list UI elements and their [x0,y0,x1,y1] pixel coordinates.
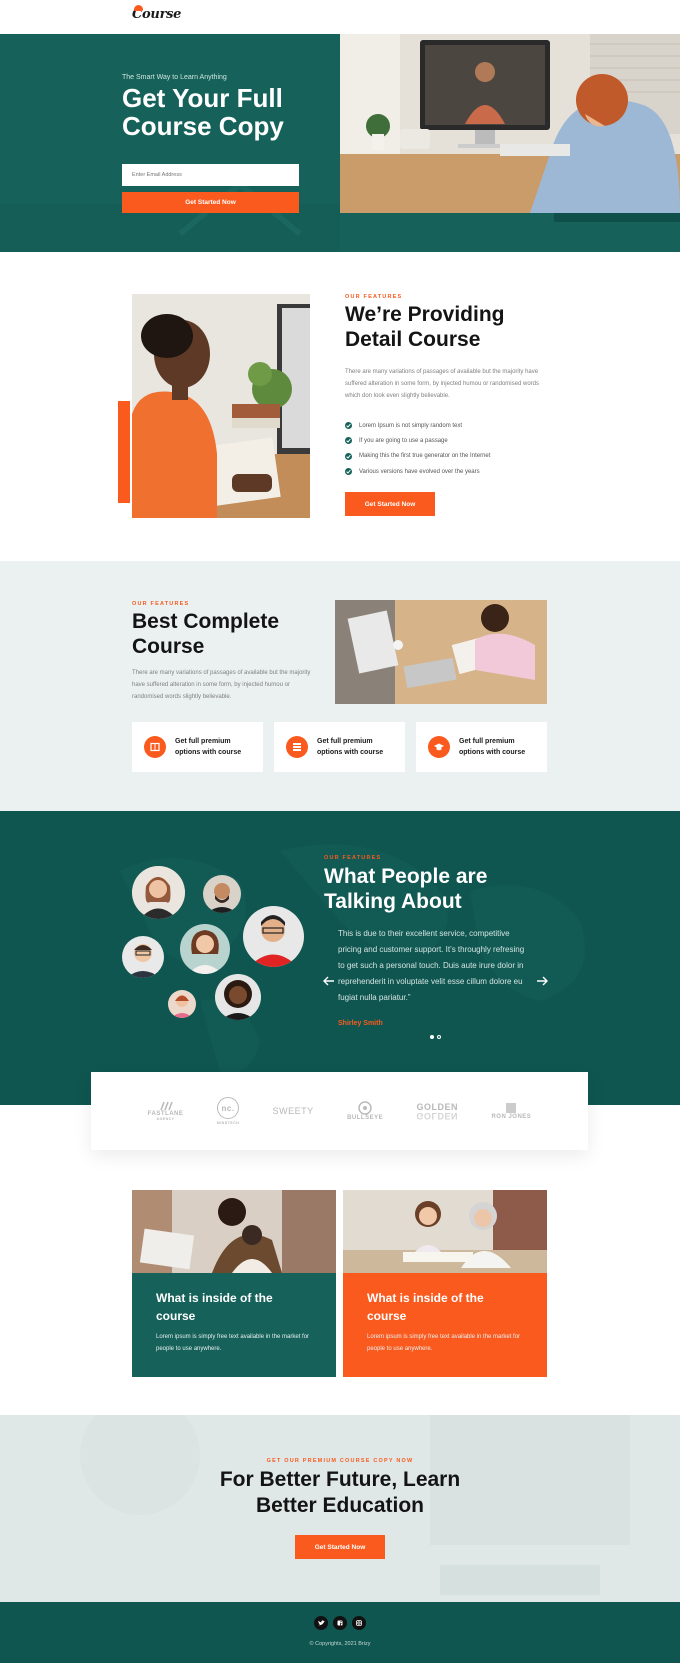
list-item: Making this the first true generator on … [345,449,490,464]
feature-card[interactable]: Get full premium options with course [416,722,547,772]
testimonials-title: What People are Talking About [324,865,488,913]
carousel-dot[interactable] [437,1035,441,1039]
features-title: We’re Providing Detail Course [345,303,505,351]
features-description: There are many variations of passages of… [345,369,539,399]
student-writing-image [132,294,310,518]
grid-icon [286,736,308,758]
girl-at-desk-image [335,600,547,704]
course-card[interactable]: What is inside of the course Lorem ipsum… [343,1190,547,1377]
avatar [180,924,230,974]
testimonials-eyebrow: OUR FEATURES [324,855,382,861]
avatar [243,906,304,967]
student-video-call-illustration [340,34,680,213]
partner-logo: BULLSEYE [347,1101,383,1121]
feature-card[interactable]: Get full premium options with course [132,722,263,772]
partner-logo: GOLDEN GOLDEN [416,1102,459,1121]
features-eyebrow: OUR FEATURES [345,294,403,300]
course-card-text: Lorem ipsum is simply free text availabl… [367,1334,521,1352]
student-writing-illustration [132,294,310,518]
feature-card-label: Get full premium options with course [317,738,384,756]
graduation-cap-icon [428,736,450,758]
site-footer [0,1602,680,1663]
arrow-right-icon[interactable] [536,975,548,989]
list-item: Lorem Ipsum is not simply random text [345,418,490,433]
avatar [122,936,164,978]
check-icon [345,437,352,445]
list-item: Various versions have evolved over the y… [345,464,490,479]
partner-sub: GOLDEN [416,1111,459,1121]
partner-logo: SWEETY [273,1106,314,1116]
twitter-icon[interactable] [314,1616,328,1630]
avatar [203,875,241,913]
hero-get-started-button[interactable]: Get Started Now [122,192,299,213]
copyright-text: © Copyrights, 2021 Brizy [309,1641,371,1647]
carousel-dots [430,1035,441,1039]
email-input[interactable] [122,164,299,186]
avatar [132,866,185,919]
partner-logos-bar: FASTLANE AGENCY nc. MINDTECH SWEETY BULL… [91,1072,588,1150]
checklist-text: If you are going to use a passage [359,437,448,444]
course-card-text: Lorem ipsum is simply free text availabl… [156,1334,310,1352]
complete-title: Best Complete Course [132,610,280,658]
ronjones-icon [506,1103,517,1113]
partner-name: SWEETY [272,1106,314,1116]
course-card-title: What is inside of the course [156,1291,273,1323]
feature-checklist: Lorem Ipsum is not simply random text If… [345,418,490,479]
feature-card[interactable]: Get full premium options with course [274,722,405,772]
hero-title: Get Your Full Course Copy [122,83,284,141]
check-icon [345,468,352,476]
site-logo[interactable]: Course [132,5,181,22]
course-card-image [132,1190,336,1273]
book-icon [144,736,166,758]
hero-tagline: The Smart Way to Learn Anything [122,74,227,81]
facebook-icon[interactable] [333,1616,347,1630]
features-get-started-button[interactable]: Get Started Now [345,492,435,516]
feature-card-label: Get full premium options with course [459,738,526,756]
partner-sub: AGENCY [156,1117,175,1121]
partner-name: BULLSEYE [347,1115,384,1121]
girl-at-desk-illustration [335,600,547,704]
feature-card-label: Get full premium options with course [175,738,242,756]
course-card-title: What is inside of the course [367,1291,484,1323]
testimonial-quote: This is due to their excellent service, … [338,929,525,1002]
partner-logo: nc. MINDTECH [216,1097,240,1125]
cta-get-started-button[interactable]: Get Started Now [295,1535,385,1559]
logo-cap-icon [134,5,143,11]
cta-eyebrow: GET OUR PREMIUM COURSE COPY NOW [266,1458,414,1464]
list-item: If you are going to use a passage [345,433,490,448]
testimonial-author: Shirley Smith [338,1020,383,1027]
carousel-dot-active[interactable] [430,1035,434,1039]
course-card[interactable]: What is inside of the course Lorem ipsum… [132,1190,336,1377]
hero-image [340,34,680,213]
checklist-text: Making this the first true generator on … [359,453,491,460]
checklist-text: Lorem Ipsum is not simply random text [359,422,463,429]
instagram-icon[interactable] [352,1616,366,1630]
check-icon [345,452,352,460]
fastlane-icon [159,1101,173,1111]
partner-logo: RON JONES [491,1102,531,1120]
complete-description: There are many variations of passages of… [132,670,311,700]
check-icon [345,422,352,430]
partner-name: nc. [217,1097,240,1119]
partner-name: RON JONES [491,1114,532,1120]
avatar [168,990,196,1018]
course-card-image [343,1190,547,1273]
bullseye-icon [358,1101,372,1115]
cta-title: For Better Future, Learn Better Educatio… [219,1468,461,1517]
complete-eyebrow: OUR FEATURES [132,601,190,607]
site-header [0,0,680,34]
partner-logo: FASTLANE AGENCY [148,1101,184,1121]
partner-sub: MINDTECH [216,1121,240,1125]
checklist-text: Various versions have evolved over the y… [359,468,480,475]
arrow-left-icon[interactable] [323,975,335,989]
avatar [215,974,261,1020]
image-accent-block [118,401,130,503]
